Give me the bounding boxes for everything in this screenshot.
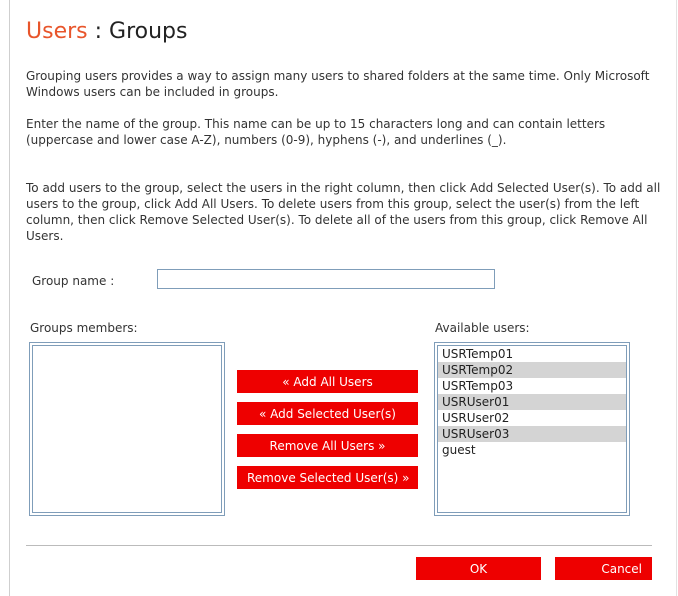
- available-user-item[interactable]: USRTemp02: [438, 362, 626, 378]
- available-user-item[interactable]: USRUser01: [438, 394, 626, 410]
- available-user-item[interactable]: USRUser02: [438, 410, 626, 426]
- membership-help-paragraph: To add users to the group, select the us…: [26, 181, 661, 243]
- available-user-item[interactable]: USRUser03: [438, 426, 626, 442]
- available-user-item[interactable]: USRTemp01: [438, 346, 626, 362]
- available-users-label: Available users:: [435, 321, 530, 335]
- panel-right-border: [676, 0, 677, 596]
- panel-left-border: [9, 0, 10, 596]
- available-users-list[interactable]: USRTemp01 USRTemp02 USRTemp03 USRUser01 USRU…: [437, 345, 627, 513]
- available-users-listbox[interactable]: USRTemp01 USRTemp02 USRTemp03 USRUser01 USRU…: [434, 342, 630, 516]
- page-title: Users : Groups: [26, 17, 187, 47]
- title-section-groups: Groups: [109, 19, 188, 44]
- groups-members-listbox[interactable]: [29, 342, 225, 516]
- name-rules-paragraph: Enter the name of the group. This name c…: [26, 117, 606, 147]
- footer-divider: [26, 545, 652, 546]
- ok-button[interactable]: OK: [416, 557, 541, 580]
- group-name-input[interactable]: [157, 269, 495, 289]
- add-all-users-button[interactable]: « Add All Users: [237, 370, 418, 393]
- groups-members-list[interactable]: [32, 345, 222, 513]
- add-selected-users-button[interactable]: « Add Selected User(s): [237, 402, 418, 425]
- available-user-item[interactable]: guest: [438, 442, 626, 458]
- intro-paragraph: Grouping users provides a way to assign …: [26, 69, 650, 99]
- title-section-users: Users: [26, 19, 88, 44]
- remove-selected-users-button[interactable]: Remove Selected User(s) »: [237, 466, 418, 489]
- groups-members-label: Groups members:: [30, 321, 138, 335]
- title-separator: :: [94, 19, 103, 44]
- available-user-item[interactable]: USRTemp03: [438, 378, 626, 394]
- group-name-label: Group name :: [32, 274, 115, 288]
- cancel-button[interactable]: Cancel: [555, 557, 652, 580]
- remove-all-users-button[interactable]: Remove All Users »: [237, 434, 418, 457]
